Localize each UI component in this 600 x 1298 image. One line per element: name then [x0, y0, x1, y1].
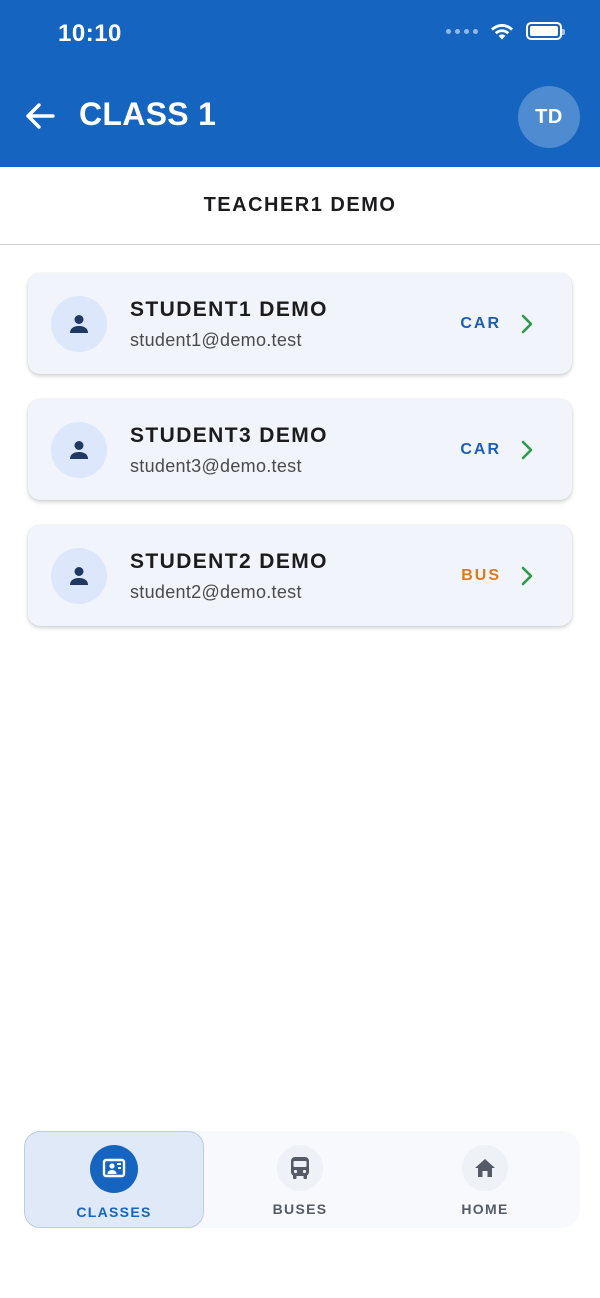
- student-avatar: [51, 296, 107, 352]
- nav-item-home[interactable]: HOME: [395, 1131, 575, 1228]
- student-list: STUDENT1 DEMO student1@demo.test CAR STU…: [28, 273, 572, 651]
- transport-badge: CAR: [460, 441, 501, 458]
- student-email: student1@demo.test: [130, 330, 302, 350]
- student-name: STUDENT3 DEMO: [130, 424, 328, 447]
- arrow-left-icon: [26, 103, 55, 129]
- home-icon-wrap: [462, 1145, 508, 1191]
- nav-label-home: HOME: [461, 1201, 509, 1217]
- nav-item-buses[interactable]: BUSES: [210, 1131, 390, 1228]
- chevron-right-icon: [521, 440, 533, 460]
- cellular-signal-icon: [446, 28, 478, 34]
- student-avatar: [51, 422, 107, 478]
- person-icon: [70, 315, 88, 333]
- status-time: 10:10: [58, 20, 122, 47]
- student-avatar: [51, 548, 107, 604]
- student-name: STUDENT2 DEMO: [130, 550, 328, 573]
- transport-badge: CAR: [460, 315, 501, 332]
- user-avatar[interactable]: TD: [518, 86, 580, 148]
- student-card[interactable]: STUDENT2 DEMO student2@demo.test BUS: [28, 525, 572, 626]
- chevron-right-icon: [521, 566, 533, 586]
- person-icon: [70, 567, 88, 585]
- classes-icon-wrap: [90, 1145, 138, 1193]
- teacher-name: TEACHER1 DEMO: [203, 194, 397, 216]
- student-card[interactable]: STUDENT3 DEMO student3@demo.test CAR: [28, 399, 572, 500]
- back-button[interactable]: [20, 96, 60, 136]
- bus-icon: [291, 1157, 309, 1179]
- student-card[interactable]: STUDENT1 DEMO student1@demo.test CAR: [28, 273, 572, 374]
- screen: 10:10 CLASS 1 TD TEACHER1 DEMO STUDENT1 …: [0, 0, 600, 1298]
- student-email: student3@demo.test: [130, 456, 302, 476]
- classes-icon: [102, 1158, 126, 1178]
- battery-icon: [526, 22, 565, 40]
- bottom-nav: CLASSES BUSES HOME: [24, 1131, 580, 1228]
- nav-item-classes[interactable]: CLASSES: [24, 1131, 204, 1228]
- nav-label-buses: BUSES: [272, 1201, 328, 1217]
- teacher-subheader: TEACHER1 DEMO: [0, 167, 600, 245]
- student-name: STUDENT1 DEMO: [130, 298, 328, 321]
- nav-label-classes: CLASSES: [76, 1204, 152, 1220]
- wifi-icon: [491, 24, 513, 40]
- student-email: student2@demo.test: [130, 582, 302, 602]
- home-icon: [475, 1159, 495, 1177]
- app-header: 10:10 CLASS 1 TD: [0, 0, 600, 167]
- status-icons: [446, 22, 565, 40]
- chevron-right-icon: [521, 314, 533, 334]
- page-title: CLASS 1: [79, 96, 217, 132]
- transport-badge: BUS: [461, 567, 501, 584]
- person-icon: [70, 441, 88, 459]
- bus-icon-wrap: [277, 1145, 323, 1191]
